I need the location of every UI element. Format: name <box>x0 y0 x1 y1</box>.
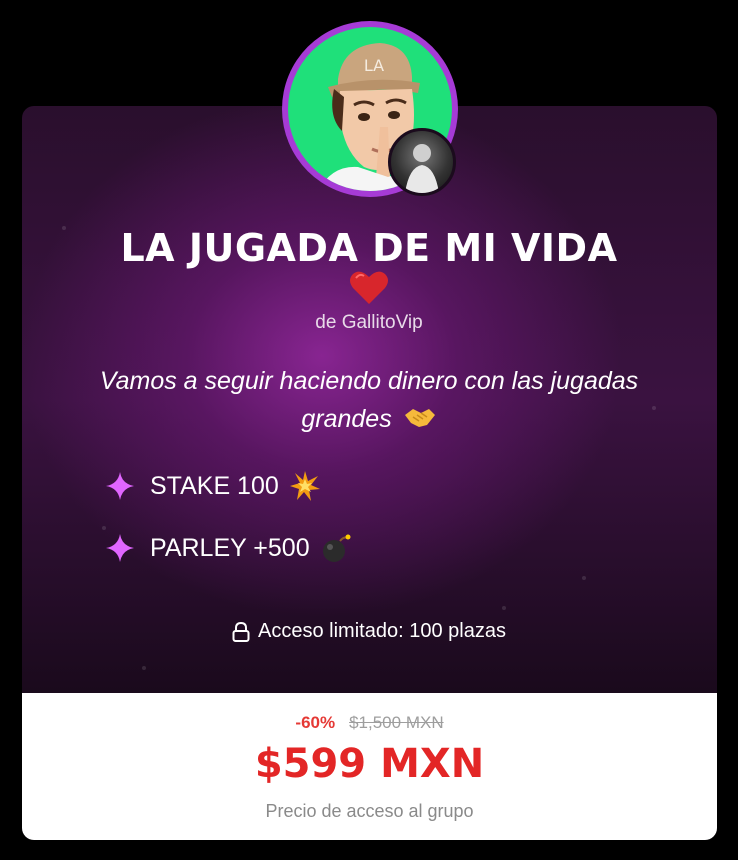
original-price: $1,500 MXN <box>349 713 444 732</box>
handshake-icon <box>404 409 435 427</box>
current-price: $599 MXN <box>254 741 485 787</box>
svg-text:LA: LA <box>364 56 384 75</box>
feature-label: PARLEY +500 <box>150 533 310 562</box>
discount-row: -60% $1,500 MXN <box>22 713 717 733</box>
sparkle-star-icon <box>106 472 134 500</box>
access-limit-text: Acceso limitado: 100 plazas <box>258 620 506 642</box>
creator-byline: de GallitoVip <box>315 312 423 333</box>
price-panel: -60% $1,500 MXN $599 MXN Precio de acces… <box>22 693 717 840</box>
offer-description: Vamos a seguir haciendo dinero con las j… <box>60 362 678 438</box>
background-sparkle <box>102 526 106 530</box>
price-caption: Precio de acceso al grupo <box>265 801 474 821</box>
background-sparkle <box>582 576 586 580</box>
collision-icon <box>289 471 320 501</box>
background-sparkle <box>142 666 146 670</box>
sparkle-star-icon <box>106 534 134 562</box>
offer-description-text: Vamos a seguir haciendo dinero con las j… <box>99 367 639 433</box>
lock-icon <box>232 621 250 642</box>
offer-title: LA JUGADA DE MI VIDA <box>120 226 618 270</box>
bomb-icon <box>322 534 351 562</box>
feature-item: STAKE 100 <box>104 470 321 502</box>
feature-label: STAKE 100 <box>150 471 279 500</box>
discount-badge: -60% <box>295 713 336 732</box>
secondary-avatar <box>388 128 456 196</box>
background-sparkle <box>502 606 506 610</box>
access-limit: Acceso limitado: 100 plazas <box>0 620 738 643</box>
heart-icon <box>350 271 388 304</box>
feature-item: PARLEY +500 <box>104 532 352 564</box>
